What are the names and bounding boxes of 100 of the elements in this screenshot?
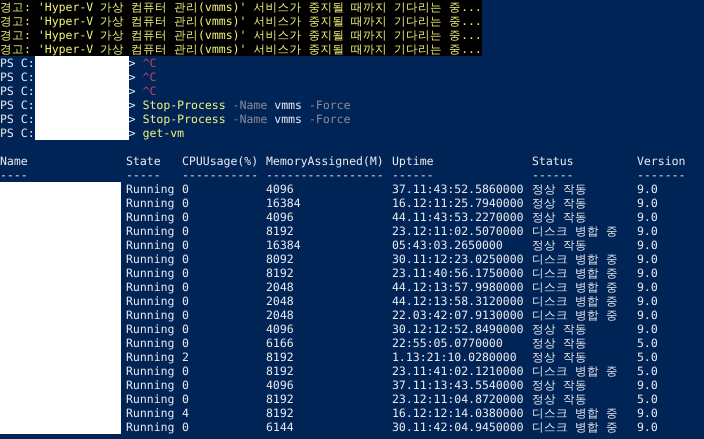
table-cell-text: 2048 bbox=[266, 280, 295, 294]
table-cell-text: 0 bbox=[182, 364, 190, 378]
table-cell-text: Running bbox=[126, 182, 176, 196]
table-cell-text: 8192 bbox=[266, 350, 295, 364]
table-cell-text: 정상 작동 bbox=[532, 378, 588, 392]
table-cell-text: 9.0 bbox=[637, 182, 659, 196]
table-cell-text: 0 bbox=[182, 336, 190, 350]
table-cell-text: 9.0 bbox=[637, 294, 659, 308]
command-token: -Name bbox=[232, 112, 268, 126]
table-cell-text: 정상 작동 bbox=[532, 182, 588, 196]
prompt-text: PS C: bbox=[0, 84, 35, 98]
table-cell-text: Running bbox=[126, 406, 176, 420]
prompt-text: PS C: bbox=[0, 112, 35, 126]
prompt-text: PS C: bbox=[0, 56, 35, 70]
table-cell-text: 0 bbox=[182, 182, 190, 196]
table-cell-text: 22:55:05.0770000 bbox=[392, 336, 504, 350]
table-cell-text: 디스크 병합 중 bbox=[532, 364, 619, 378]
table-cell-text: Running bbox=[126, 364, 176, 378]
table-cell-text: 16384 bbox=[266, 196, 302, 210]
table-cell-text: 정상 작동 bbox=[532, 238, 588, 252]
table-cell-text: 4096 bbox=[266, 210, 295, 224]
table-cell-text: 0 bbox=[182, 210, 190, 224]
table-cell-text: 30.11:12:23.0250000 bbox=[392, 252, 525, 266]
prompt-text: PS C: bbox=[0, 126, 35, 140]
table-cell-text: 9.0 bbox=[637, 210, 659, 224]
column-header: Status bbox=[532, 154, 575, 168]
table-cell-text: 디스크 병합 중 bbox=[532, 308, 619, 322]
table-cell-text: 0 bbox=[182, 266, 190, 280]
table-cell-text: 23.11:41:02.1210000 bbox=[392, 364, 525, 378]
table-cell-text: 정상 작동 bbox=[532, 322, 588, 336]
table-cell-text: 9.0 bbox=[637, 238, 659, 252]
table-cell-text: 9.0 bbox=[637, 252, 659, 266]
table-cell-text: 2048 bbox=[266, 294, 295, 308]
warning-text: 경고: 'Hyper-V 가상 컴퓨터 관리(vmms)' 서비스가 중지될 때까지 기다리는 중... bbox=[0, 42, 482, 56]
table-cell-text: 4096 bbox=[266, 378, 295, 392]
table-cell-text: 디스크 병합 중 bbox=[532, 406, 619, 420]
table-cell-text: 정상 작동 bbox=[532, 336, 588, 350]
header-rule: ----------- bbox=[182, 168, 260, 182]
table-cell-text: 5.0 bbox=[637, 350, 659, 364]
table-cell-text: 9.0 bbox=[637, 280, 659, 294]
warning-text: 경고: 'Hyper-V 가상 컴퓨터 관리(vmms)' 서비스가 중지될 때까지 기다리는 중... bbox=[0, 14, 482, 28]
table-cell-text: 8092 bbox=[266, 252, 295, 266]
command-token: get-vm bbox=[142, 126, 184, 140]
table-cell-text: 16.12:11:25.7940000 bbox=[392, 196, 525, 210]
table-cell-text: Running bbox=[126, 294, 176, 308]
table-cell-text: 05:43:03.2650000 bbox=[392, 238, 504, 252]
table-cell-text: Running bbox=[126, 266, 176, 280]
command-token: -Force bbox=[308, 112, 351, 126]
table-cell-text: 9.0 bbox=[637, 322, 659, 336]
table-cell-text: Running bbox=[126, 322, 176, 336]
table-cell-text: 23.12:11:04.8720000 bbox=[392, 392, 525, 406]
table-cell-text: Running bbox=[126, 378, 176, 392]
command-token: ^C bbox=[142, 84, 156, 98]
table-cell-text: 44.12:13:57.9980000 bbox=[392, 280, 525, 294]
table-cell-text: 디스크 병합 중 bbox=[532, 224, 619, 238]
prompt-text: > bbox=[128, 84, 136, 98]
table-cell-text: Running bbox=[126, 420, 176, 434]
table-cell-text: 9.0 bbox=[637, 406, 659, 420]
table-cell-text: 0 bbox=[182, 196, 190, 210]
table-cell-text: 9.0 bbox=[637, 420, 659, 434]
table-cell-text: 정상 작동 bbox=[532, 210, 588, 224]
table-cell-text: Running bbox=[126, 196, 176, 210]
table-cell-text: Running bbox=[126, 210, 176, 224]
warning-text: 경고: 'Hyper-V 가상 컴퓨터 관리(vmms)' 서비스가 중지될 때까지 기다리는 중... bbox=[0, 28, 482, 42]
table-cell-text: Running bbox=[126, 238, 176, 252]
table-cell-text: 30.11:42:04.9450000 bbox=[392, 420, 525, 434]
prompt-text: > bbox=[128, 126, 136, 140]
table-cell-text: 0 bbox=[182, 420, 190, 434]
table-cell-text: Running bbox=[126, 252, 176, 266]
table-cell-text: 디스크 병합 중 bbox=[532, 266, 619, 280]
column-header: MemoryAssigned(M) bbox=[266, 154, 385, 168]
table-cell-text: 디스크 병합 중 bbox=[532, 252, 619, 266]
table-cell-text: 4 bbox=[182, 406, 190, 420]
column-header: Name bbox=[0, 154, 29, 168]
table-cell-text: 9.0 bbox=[637, 266, 659, 280]
table-cell-text: Running bbox=[126, 224, 176, 238]
table-cell-text: Running bbox=[126, 280, 176, 294]
table-cell-text: 8192 bbox=[266, 224, 295, 238]
table-cell-text: Running bbox=[126, 350, 176, 364]
table-cell-text: Running bbox=[126, 392, 176, 406]
table-cell-text: 디스크 병합 중 bbox=[532, 280, 619, 294]
table-cell-text: 1.13:21:10.0280000 bbox=[392, 350, 518, 364]
prompt-text: > bbox=[128, 112, 136, 126]
table-cell-text: 4096 bbox=[266, 322, 295, 336]
command-token: ^C bbox=[142, 56, 156, 70]
column-header: State bbox=[126, 154, 162, 168]
table-cell-text: 9.0 bbox=[637, 308, 659, 322]
table-cell-text: 8192 bbox=[266, 266, 295, 280]
prompt-text: > bbox=[128, 56, 136, 70]
warning-text: 경고: 'Hyper-V 가상 컴퓨터 관리(vmms)' 서비스가 중지될 때까지 기다리는 중... bbox=[0, 0, 482, 14]
table-cell-text: 9.0 bbox=[637, 196, 659, 210]
table-cell-text: 16384 bbox=[266, 238, 302, 252]
table-cell-text: 5.0 bbox=[637, 336, 659, 350]
table-cell-text: 23.12:11:02.5070000 bbox=[392, 224, 525, 238]
table-cell-text: 정상 작동 bbox=[532, 350, 588, 364]
command-token: vmms bbox=[274, 112, 302, 126]
table-cell-text: 0 bbox=[182, 322, 190, 336]
prompt-text: > bbox=[128, 70, 136, 84]
header-rule: ------ bbox=[392, 168, 435, 182]
header-rule: ------- bbox=[637, 168, 686, 182]
